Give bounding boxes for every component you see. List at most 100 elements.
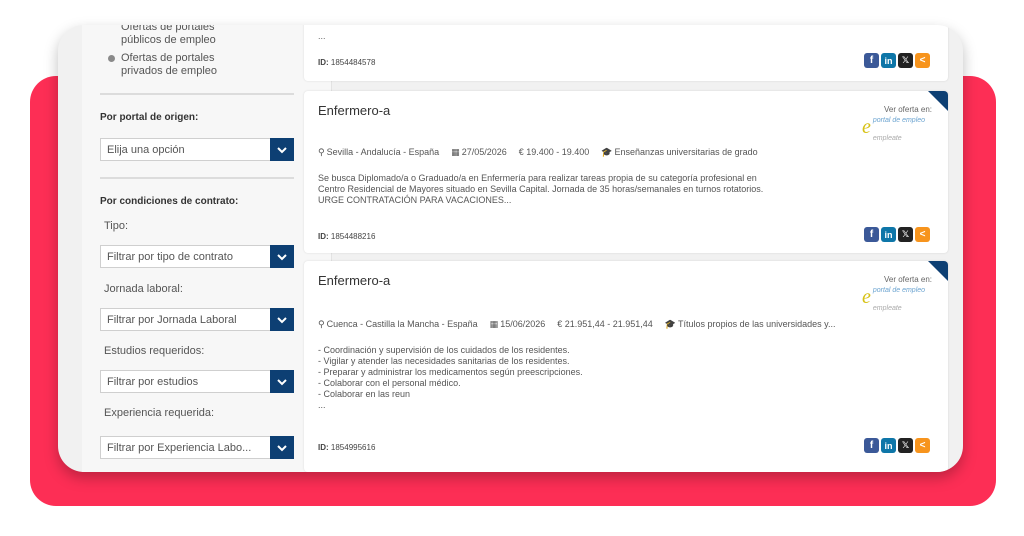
job-results: ... ID: 1854484578 f in 𝕏 < Enfermero-a … bbox=[288, 25, 963, 472]
condiciones-heading: Por condiciones de contrato: bbox=[100, 196, 239, 207]
radio-portales-publicos[interactable]: Ofertas de portales públicos de empleo bbox=[108, 25, 216, 47]
select-value: Filtrar por estudios bbox=[107, 375, 199, 388]
linkedin-icon[interactable]: in bbox=[881, 438, 896, 453]
job-description: - Coordinación y supervisión de los cuid… bbox=[318, 345, 838, 411]
job-id-label: ID: bbox=[318, 58, 329, 67]
job-id-value: 1854488216 bbox=[330, 232, 376, 241]
description-line: - Coordinación y supervisión de los cuid… bbox=[318, 345, 570, 355]
radio-icon bbox=[108, 25, 115, 31]
job-id-label: ID: bbox=[318, 232, 329, 241]
job-date: ▦ 27/05/2026 bbox=[451, 147, 507, 158]
select-value: Filtrar por tipo de contrato bbox=[107, 250, 233, 263]
job-id: ID: 1854995616 bbox=[318, 443, 375, 452]
job-description: Se busca Diplomado/a o Graduado/a en Enf… bbox=[318, 173, 838, 206]
job-location: ⚲ Sevilla - Andalucía - España bbox=[318, 147, 439, 158]
facebook-icon[interactable]: f bbox=[864, 438, 879, 453]
description-line: - Colaborar con el personal médico. bbox=[318, 378, 461, 388]
radio-label-line1: Ofertas de portales bbox=[121, 52, 215, 64]
portal-empleo-logo[interactable]: e portal de empleo empleate bbox=[862, 286, 934, 312]
share-icon[interactable]: < bbox=[915, 438, 930, 453]
location-pin-icon: ⚲ bbox=[318, 147, 325, 157]
portal-origen-select[interactable]: Elija una opción bbox=[100, 138, 294, 161]
job-date-text: 27/05/2026 bbox=[461, 147, 507, 157]
linkedin-icon[interactable]: in bbox=[881, 227, 896, 242]
job-id-value: 1854995616 bbox=[330, 443, 376, 452]
job-id-label: ID: bbox=[318, 443, 329, 452]
facebook-icon[interactable]: f bbox=[864, 53, 879, 68]
experiencia-select[interactable]: Filtrar por Experiencia Labo... bbox=[100, 436, 294, 459]
description-line: URGE CONTRATACIÓN PARA VACACIONES... bbox=[318, 195, 512, 205]
job-date: ▦ 15/06/2026 bbox=[490, 319, 546, 330]
share-icon[interactable]: < bbox=[915, 227, 930, 242]
portal-empleo-logo[interactable]: e portal de empleo empleate bbox=[862, 116, 934, 142]
share-icon[interactable]: < bbox=[915, 53, 930, 68]
portal-logo-mark: e bbox=[862, 286, 871, 308]
job-title[interactable]: Enfermero-a bbox=[318, 103, 390, 118]
description-line: - Preparar y administrar los medicamento… bbox=[318, 367, 583, 377]
select-value: Filtrar por Experiencia Labo... bbox=[107, 441, 252, 454]
share-buttons: f in 𝕏 < bbox=[864, 438, 930, 453]
job-title[interactable]: Enfermero-a bbox=[318, 273, 390, 288]
x-icon[interactable]: 𝕏 bbox=[898, 227, 913, 242]
tipo-label: Tipo: bbox=[104, 220, 129, 232]
description-line: - Colaborar en las reun bbox=[318, 389, 411, 399]
portal-origen-heading: Por portal de origen: bbox=[100, 112, 199, 123]
linkedin-icon[interactable]: in bbox=[881, 53, 896, 68]
job-meta: ⚲ Cuenca - Castilla la Mancha - España ▦ 1… bbox=[318, 319, 835, 330]
x-icon[interactable]: 𝕏 bbox=[898, 438, 913, 453]
portal-logo-text: portal de empleo empleate bbox=[873, 279, 925, 315]
description-line: ... bbox=[318, 400, 326, 410]
job-card[interactable]: ... ID: 1854484578 f in 𝕏 < bbox=[304, 25, 948, 81]
job-meta: ⚲ Sevilla - Andalucía - España ▦ 27/05/202… bbox=[318, 147, 758, 158]
jornada-label: Jornada laboral: bbox=[104, 283, 183, 295]
calendar-icon: ▦ bbox=[451, 147, 460, 157]
job-id: ID: 1854488216 bbox=[318, 232, 375, 241]
job-education-text: Enseñanzas universitarias de grado bbox=[614, 147, 758, 157]
portal-logo-mark: e bbox=[862, 116, 871, 138]
job-location: ⚲ Cuenca - Castilla la Mancha - España bbox=[318, 319, 478, 330]
portal-sub: empleate bbox=[872, 305, 902, 312]
job-education-text: Títulos propios de las universidades y..… bbox=[678, 319, 836, 329]
browser-window: Ofertas de portales públicos de empleo O… bbox=[58, 25, 963, 472]
job-id: ID: 1854484578 bbox=[318, 58, 375, 67]
location-pin-icon: ⚲ bbox=[318, 319, 325, 329]
portal-logo-text: portal de empleo empleate bbox=[873, 109, 925, 145]
description-line: - Vigilar y atender las necesidades sani… bbox=[318, 356, 570, 366]
job-location-text: Sevilla - Andalucía - España bbox=[326, 147, 440, 157]
graduation-cap-icon: 🎓 bbox=[664, 319, 677, 329]
portal-name: portal de empleo bbox=[872, 117, 926, 124]
portal-sub: empleate bbox=[872, 135, 902, 142]
job-card[interactable]: Enfermero-a Ver oferta en: e portal de e… bbox=[304, 261, 948, 472]
jornada-select[interactable]: Filtrar por Jornada Laboral bbox=[100, 308, 294, 331]
radio-label-line2: públicos de empleo bbox=[121, 34, 216, 46]
radio-portales-privados[interactable]: Ofertas de portales privados de empleo bbox=[108, 52, 217, 78]
calendar-icon: ▦ bbox=[489, 319, 499, 329]
select-value: Elija una opción bbox=[107, 143, 185, 156]
x-icon[interactable]: 𝕏 bbox=[898, 53, 913, 68]
radio-selected-icon bbox=[108, 55, 115, 62]
radio-label-line2: privados de empleo bbox=[121, 65, 218, 77]
description-ellipsis: ... bbox=[318, 31, 326, 41]
job-salary: € 19.400 - 19.400 bbox=[518, 147, 590, 157]
job-date-text: 15/06/2026 bbox=[500, 319, 546, 329]
portal-name: portal de empleo bbox=[872, 287, 926, 294]
radio-label: Ofertas de portales públicos de empleo bbox=[121, 25, 216, 47]
radio-label: Ofertas de portales privados de empleo bbox=[121, 52, 217, 78]
description-line: Se busca Diplomado/a o Graduado/a en Enf… bbox=[318, 173, 757, 183]
radio-label-line1: Ofertas de portales bbox=[121, 25, 215, 33]
job-education: 🎓 Títulos propios de las universidades y.… bbox=[665, 319, 836, 330]
stage: Ofertas de portales públicos de empleo O… bbox=[0, 0, 1024, 536]
job-id-value: 1854484578 bbox=[330, 58, 376, 67]
estudios-select[interactable]: Filtrar por estudios bbox=[100, 370, 294, 393]
job-salary: € 21.951,44 - 21.951,44 bbox=[557, 319, 653, 329]
description-line: Centro Residencial de Mayores situado en… bbox=[318, 184, 764, 194]
divider bbox=[100, 93, 294, 95]
graduation-cap-icon: 🎓 bbox=[601, 147, 613, 157]
facebook-icon[interactable]: f bbox=[864, 227, 879, 242]
tipo-contrato-select[interactable]: Filtrar por tipo de contrato bbox=[100, 245, 294, 268]
share-buttons: f in 𝕏 < bbox=[864, 227, 930, 242]
job-card[interactable]: Enfermero-a Ver oferta en: e portal de e… bbox=[304, 91, 948, 253]
share-buttons: f in 𝕏 < bbox=[864, 53, 930, 68]
select-value: Filtrar por Jornada Laboral bbox=[107, 313, 237, 326]
job-education: 🎓 Enseñanzas universitarias de grado bbox=[601, 147, 757, 158]
